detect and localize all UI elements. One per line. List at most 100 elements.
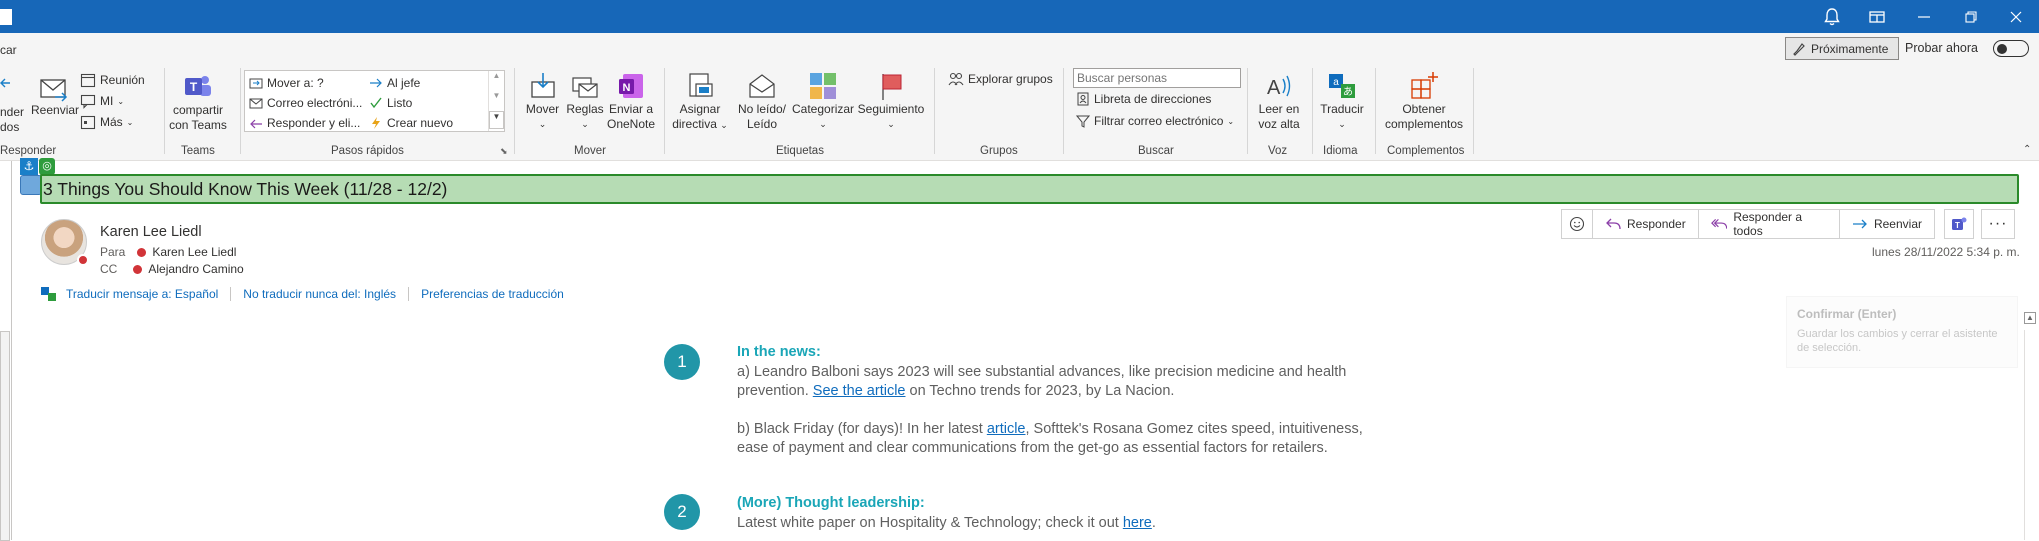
folder-pane-edge[interactable]: [0, 161, 12, 541]
quick-step-label: Responder y eli...: [267, 116, 361, 130]
reply-all-button[interactable]: Responder a todos: [1699, 210, 1840, 238]
teams-icon: T: [1952, 217, 1967, 230]
chevron-down-icon: ⌄: [1338, 119, 1346, 129]
window-icon[interactable]: [1854, 0, 1900, 33]
selection-handle[interactable]: [20, 175, 42, 195]
get-addins-button[interactable]: Obtener complementos: [1380, 70, 1468, 132]
bell-icon[interactable]: [1809, 0, 1855, 33]
quick-step-move-to[interactable]: Mover a: ?: [249, 74, 362, 92]
categorize-button[interactable]: Categorizar ⌄: [792, 70, 854, 132]
item-2-paragraph: Latest white paper on Hospitality & Tech…: [737, 514, 1156, 533]
gallery-scroll[interactable]: ▲ ▼ ▼: [488, 71, 504, 131]
tooltip-body: Guardar los cambios y cerrar el asistent…: [1797, 328, 1998, 354]
address-book-button[interactable]: Libreta de direcciones: [1076, 92, 1211, 106]
share-teams-button[interactable]: T compartir con Teams: [168, 71, 228, 133]
chevron-up-icon[interactable]: ▲: [2024, 312, 2036, 324]
dialog-launcher-icon[interactable]: ⬊: [500, 146, 508, 157]
quick-step-email[interactable]: Correo electróni...: [249, 94, 362, 112]
here-link[interactable]: here: [1123, 515, 1152, 531]
close-icon[interactable]: [1993, 0, 2039, 33]
assign-policy-button[interactable]: Asignar directiva ⌄: [672, 70, 728, 133]
svg-text:T: T: [190, 80, 198, 94]
target-icon[interactable]: ◎: [39, 158, 55, 175]
group-divider: [1312, 68, 1313, 154]
quick-step-done[interactable]: Listo: [369, 94, 453, 112]
search-people-input[interactable]: [1073, 68, 1241, 88]
sender-name[interactable]: Karen Lee Liedl: [100, 224, 202, 240]
translation-preferences-link[interactable]: Preferencias de traducción: [421, 287, 564, 301]
group-label-voz: Voz: [1268, 145, 1288, 157]
send-to-onenote-button[interactable]: N Enviar a OneNote: [606, 70, 656, 132]
get-addins-label-2: complementos: [1384, 117, 1464, 131]
chevron-down-icon[interactable]: ▼: [489, 91, 504, 111]
message-scrollbar[interactable]: [2024, 330, 2036, 540]
policy-icon: [689, 73, 713, 97]
meeting-button[interactable]: Reunión: [80, 71, 145, 89]
teams-icon: T: [185, 76, 211, 96]
lightning-icon: [372, 117, 380, 129]
never-translate-link[interactable]: No traducir nunca del: Inglés: [243, 287, 396, 301]
more-actions-icon[interactable]: ···: [1981, 209, 2015, 239]
group-divider: [164, 68, 165, 154]
emoji-reaction-button[interactable]: [1562, 210, 1593, 238]
cc-label: CC: [100, 262, 118, 276]
proximamente-button[interactable]: Próximamente: [1785, 37, 1899, 60]
quick-step-create-new[interactable]: Crear nuevo: [369, 114, 453, 132]
to-recipient[interactable]: Karen Lee Liedl: [152, 245, 236, 259]
read-aloud-button[interactable]: A Leer en voz alta: [1254, 70, 1304, 132]
svg-text:T: T: [1955, 221, 1960, 230]
item-b-prefix: b) Black Friday (for days)! In her lates…: [737, 421, 987, 437]
article-link[interactable]: article: [987, 421, 1026, 437]
message-subject: 3 Things You Should Know This Week (11/2…: [40, 174, 2019, 204]
get-addins-label-1: Obtener: [1402, 102, 1446, 116]
groups-icon: [948, 72, 964, 86]
follow-up-button[interactable]: Seguimiento ⌄: [856, 70, 926, 132]
translate-message-link[interactable]: Traducir mensaje a: Español: [66, 287, 218, 301]
search-bar-cut[interactable]: car: [0, 43, 17, 57]
quick-step-reply-delete[interactable]: Responder y eli...: [249, 114, 362, 132]
divider: [230, 287, 232, 301]
chevron-down-icon: ⌄: [720, 120, 728, 130]
move-button[interactable]: Mover ⌄: [520, 70, 565, 132]
divider: [408, 287, 410, 301]
forward-message-button[interactable]: Reenviar: [1840, 210, 1934, 238]
see-article-link[interactable]: See the article: [813, 383, 906, 399]
item-paragraph-b: b) Black Friday (for days)! In her lates…: [737, 420, 1383, 458]
cc-recipient[interactable]: Alejandro Camino: [148, 262, 243, 276]
scrollbar-thumb[interactable]: [0, 331, 10, 541]
anchor-icon[interactable]: ⚓: [20, 158, 38, 175]
to-label: Para: [100, 245, 126, 259]
im-button[interactable]: MI ⌄: [80, 92, 145, 110]
move-label: Mover: [525, 102, 560, 116]
collapse-ribbon-icon[interactable]: ⌃: [2023, 144, 2031, 155]
teams-share-button[interactable]: T: [1944, 209, 1974, 239]
translate-button[interactable]: aあ Traducir ⌄: [1316, 70, 1368, 132]
unread-read-button[interactable]: No leído/ Leído: [734, 70, 790, 132]
chat-icon: [80, 94, 96, 109]
categorize-label: Categorizar: [792, 102, 855, 116]
share-teams-label-1: compartir: [172, 103, 223, 117]
restore-icon[interactable]: [1948, 0, 1994, 33]
probar-ahora-toggle[interactable]: [1993, 40, 2029, 57]
minimize-icon[interactable]: [1901, 0, 1947, 33]
reply-all-partial-button[interactable]: [0, 71, 10, 95]
reply-button[interactable]: Responder: [1593, 210, 1699, 238]
group-divider: [1473, 68, 1474, 154]
svg-text:N: N: [623, 82, 631, 94]
assign-policy-label-1: Asignar: [679, 102, 721, 116]
item-heading: (More) Thought leadership:: [737, 495, 925, 511]
reply-all-icon: [1710, 218, 1728, 229]
explore-groups-button[interactable]: Explorar grupos: [948, 71, 1053, 87]
chevron-up-icon[interactable]: ▲: [489, 71, 504, 91]
quick-step-to-manager[interactable]: Al jefe: [369, 74, 453, 92]
group-label-teams: Teams: [181, 145, 215, 157]
send-onenote-label-1: Enviar a: [608, 102, 654, 116]
more-respond-button[interactable]: Más ⌄: [80, 113, 145, 131]
filter-email-button[interactable]: Filtrar correo electrónico ⌄: [1076, 114, 1234, 128]
forward-button[interactable]: Reenviar: [31, 71, 79, 118]
reply-all-icon: [0, 78, 10, 88]
rules-button[interactable]: Reglas ⌄: [564, 70, 606, 132]
gallery-expand-icon[interactable]: ▼: [489, 111, 504, 129]
message-date: lunes 28/11/2022 5:34 p. m.: [1872, 245, 2020, 259]
calendar-icon: [80, 73, 96, 88]
